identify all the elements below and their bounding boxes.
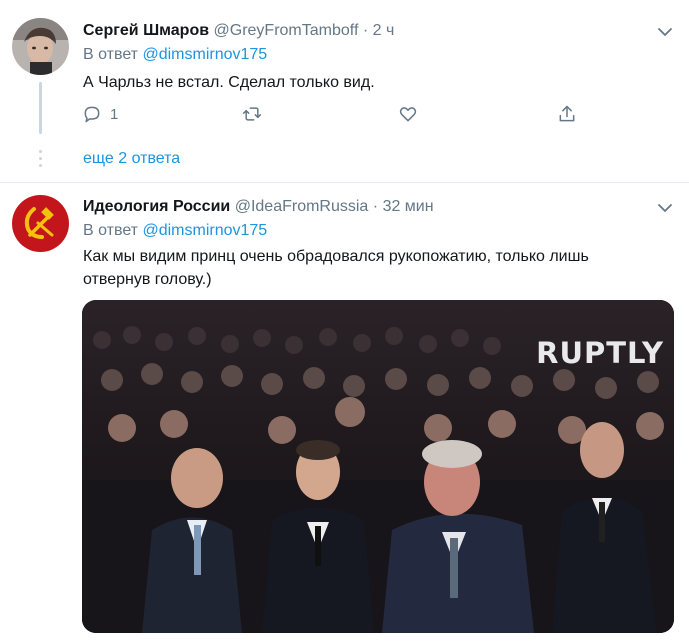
avatar[interactable] <box>12 195 69 252</box>
separator-dot: · <box>372 198 379 215</box>
thread-dots <box>39 150 42 174</box>
reply-to-line: В ответ @dimsmirnov175 <box>83 222 267 240</box>
like-button[interactable] <box>398 103 418 125</box>
chevron-down-icon[interactable] <box>657 200 673 216</box>
share-button[interactable] <box>557 103 577 125</box>
media-watermark: RUPTLY <box>536 336 664 370</box>
tweet-header: Сергей Шмаров @GreyFromTamboff · 2 ч <box>83 22 394 40</box>
tweet-time[interactable]: 2 ч <box>373 22 395 39</box>
thread-line <box>39 82 42 134</box>
chevron-down-icon[interactable] <box>657 24 673 40</box>
like-icon <box>399 107 417 122</box>
tweet-text: А Чарльз не встал. Сделал только вид. <box>83 74 375 91</box>
tweet-actions: 1 <box>82 103 602 125</box>
reply-to-label: В ответ <box>83 46 139 63</box>
reply-icon <box>84 106 100 123</box>
reply-to-label: В ответ <box>83 222 139 239</box>
retweet-button[interactable] <box>242 103 262 125</box>
tweet-header: Идеология России @IdeaFromRussia · 32 ми… <box>83 198 434 216</box>
reply-to-line: В ответ @dimsmirnov175 <box>83 46 267 64</box>
tweet-grey-from-tamboff[interactable]: Сергей Шмаров @GreyFromTamboff · 2 ч В о… <box>0 0 689 182</box>
show-more-replies-link[interactable]: еще 2 ответа <box>83 150 180 168</box>
avatar[interactable] <box>12 18 69 75</box>
author-handle[interactable]: @GreyFromTamboff <box>214 22 359 39</box>
tweet-time[interactable]: 32 мин <box>383 198 434 215</box>
author-handle[interactable]: @IdeaFromRussia <box>235 198 369 215</box>
author-name[interactable]: Сергей Шмаров <box>83 22 209 39</box>
separator-dot: · <box>362 22 369 39</box>
tweet-text: Как мы видим принц очень обрадовался рук… <box>83 245 673 291</box>
author-name[interactable]: Идеология России <box>83 198 230 215</box>
reply-to-handle-link[interactable]: @dimsmirnov175 <box>142 46 267 63</box>
share-icon <box>559 105 575 122</box>
tweet-idea-from-russia[interactable]: Идеология России @IdeaFromRussia · 32 ми… <box>0 183 689 643</box>
reply-count: 1 <box>110 105 119 123</box>
tweet-text-line-2: отвернув голову.) <box>83 271 212 288</box>
tweet-text-line-1: Как мы видим принц очень обрадовался рук… <box>83 248 589 265</box>
reply-button[interactable]: 1 <box>82 103 118 125</box>
reply-to-handle-link[interactable]: @dimsmirnov175 <box>142 222 267 239</box>
retweet-icon <box>242 107 262 121</box>
tweet-video[interactable]: RUPTLY <box>82 300 674 633</box>
